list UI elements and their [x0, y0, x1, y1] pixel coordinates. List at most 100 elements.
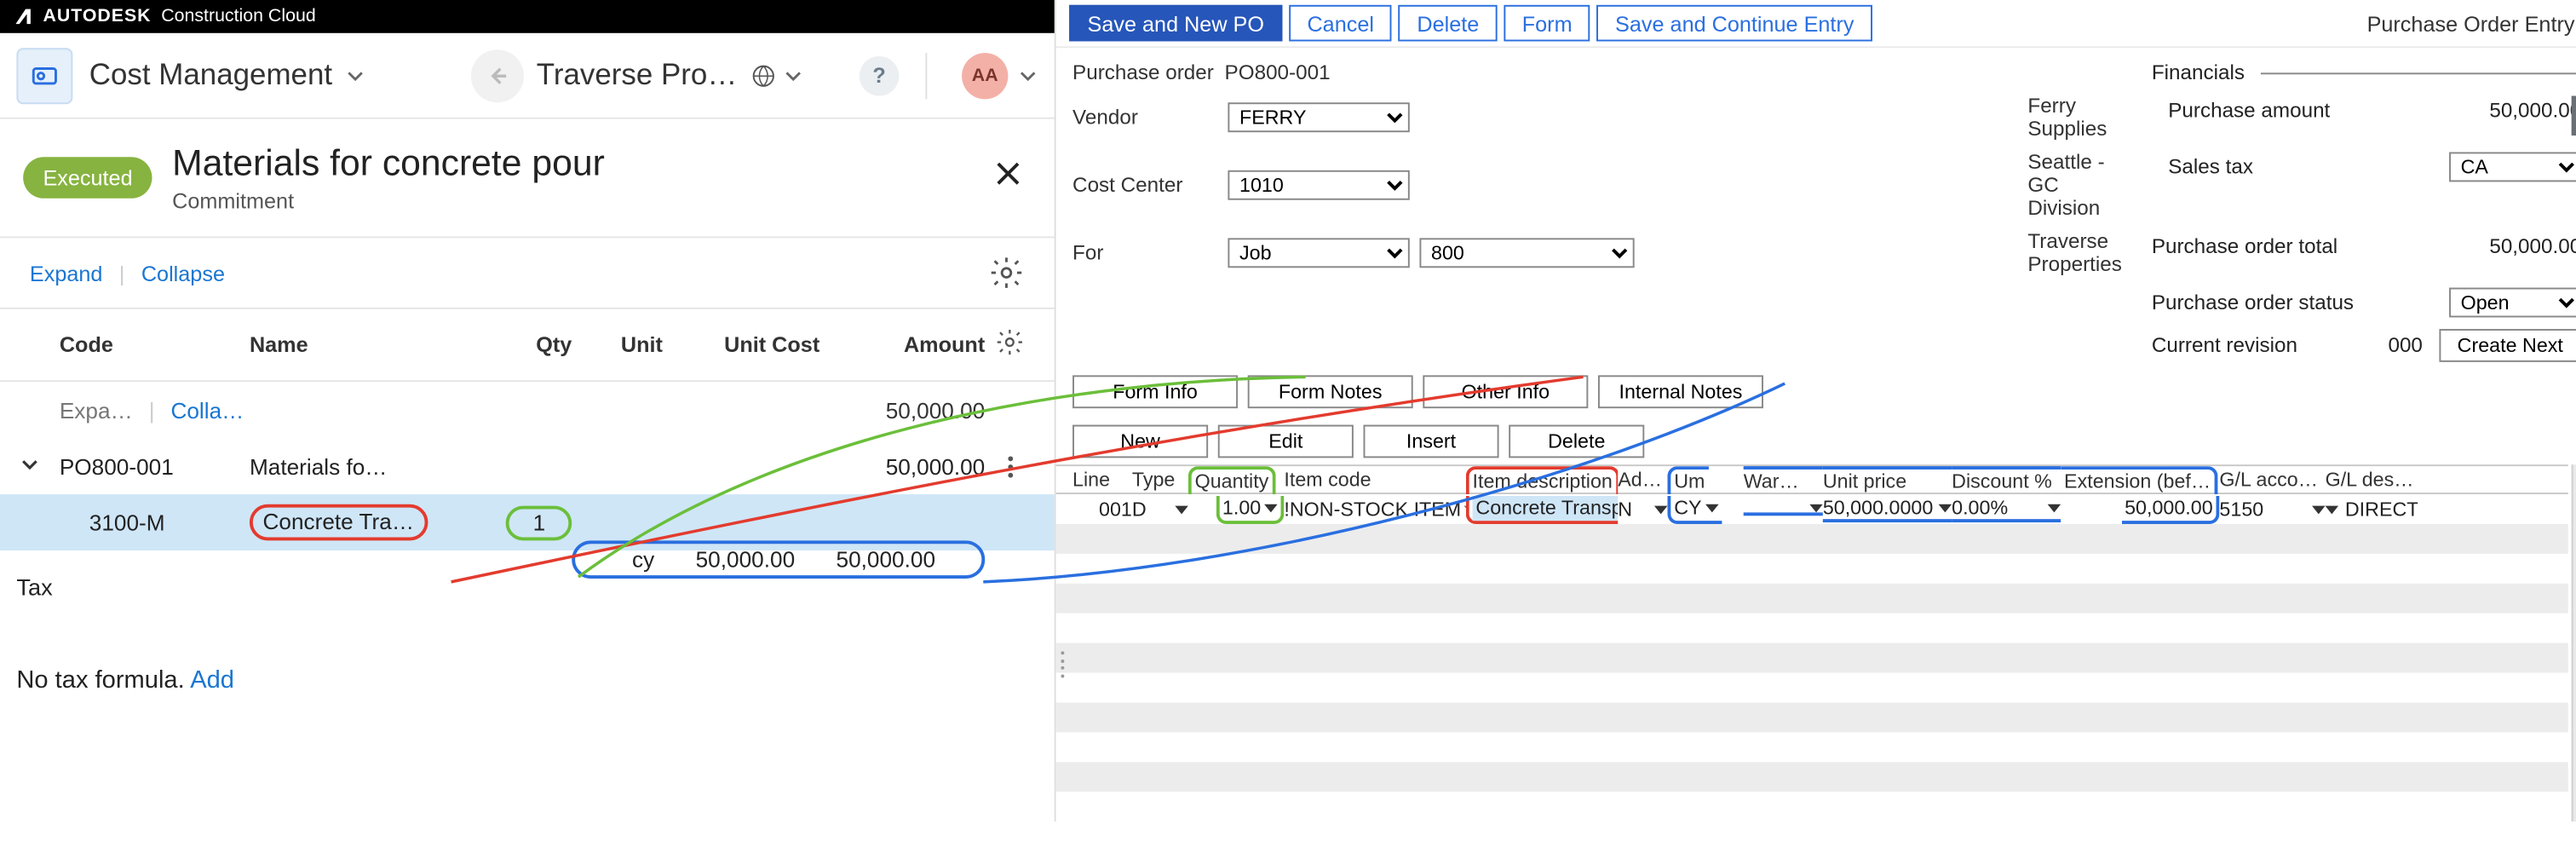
dropdown-icon [1175, 505, 1188, 514]
form-button[interactable]: Form [1504, 5, 1590, 42]
for-type-select[interactable]: Job [1228, 238, 1409, 268]
project-back-button[interactable] [470, 49, 523, 101]
grid-po-row[interactable]: PO800-001 Materials fo… 50,000.00 [0, 438, 1055, 494]
for-job-select[interactable]: 800 [1419, 238, 1634, 268]
erp-grid-header: Line Type Quantity Item code Item descri… [1056, 464, 2568, 494]
erp-grid-empty-row [1056, 524, 2568, 554]
globe-icon [750, 62, 777, 89]
line-code: 3100-M [60, 510, 250, 534]
po-status-select[interactable]: Open [2449, 288, 2576, 318]
col-extension[interactable]: Extension (bef… [2061, 465, 2217, 493]
autodesk-logo-icon [14, 7, 33, 26]
project-globe-dropdown[interactable] [750, 62, 803, 89]
po-total-label: Purchase order total [2152, 234, 2337, 257]
cell-item-code[interactable]: !NON-STOCK ITEM [1284, 498, 1465, 521]
grid-line-row[interactable]: 3100-M Concrete Tra… 1 cy 50,000.00 50,0… [0, 494, 1055, 550]
page-subtitle: Commitment [172, 188, 605, 213]
collapse-all-link[interactable]: Collapse [141, 261, 225, 285]
col-amount[interactable]: Amount [819, 332, 985, 357]
cancel-button[interactable]: Cancel [1289, 5, 1392, 42]
project-name[interactable]: Traverse Pro… [537, 58, 737, 93]
col-unit[interactable]: Unit [572, 332, 663, 357]
col-discount[interactable]: Discount % [1952, 465, 2061, 492]
col-name[interactable]: Name [250, 332, 481, 357]
grid-insert-button[interactable]: Insert [1364, 425, 1499, 458]
sales-tax-select[interactable]: CA [2449, 152, 2576, 182]
vendor-select[interactable]: FERRY [1228, 102, 1409, 132]
col-qty[interactable]: Qty [481, 332, 572, 357]
cell-um[interactable]: CY [1674, 495, 1701, 520]
cell-item-desc[interactable]: Concrete Transp [1473, 495, 1619, 520]
module-switcher[interactable]: Cost Management [89, 58, 365, 93]
chevron-down-icon [784, 66, 803, 85]
delete-button[interactable]: Delete [1399, 5, 1498, 42]
erp-grid-empty-row [1056, 614, 2568, 643]
cell-gl-desc[interactable]: DIRECT… [2326, 498, 2418, 521]
col-gl-desc[interactable]: G/L desc… [2326, 468, 2418, 491]
module-name: Cost Management [89, 58, 332, 93]
grid-new-button[interactable]: New [1072, 425, 1208, 458]
close-button[interactable] [992, 154, 1025, 200]
col-unit-cost[interactable]: Unit Cost [663, 332, 819, 357]
cell-extension: 50,000.00 [2121, 495, 2219, 523]
chevron-down-icon [20, 454, 39, 474]
for-label: For [1072, 241, 1218, 264]
save-continue-button[interactable]: Save and Continue Entry [1597, 5, 1872, 42]
form-notes-button[interactable]: Form Notes [1248, 375, 1413, 408]
erp-grid-empty-row [1056, 732, 2568, 762]
erp-grid-row[interactable]: 001 D 1.00 !NON-STOCK ITEM Concrete Tran… [1056, 494, 2568, 524]
erp-grid-empty-row [1056, 762, 2568, 792]
grid-settings-button[interactable] [988, 255, 1025, 291]
expand-short[interactable]: Expa… [60, 398, 133, 423]
vendor-label: Vendor [1072, 106, 1218, 129]
col-item-code[interactable]: Item code [1284, 468, 1465, 491]
cost-center-select[interactable]: 1010 [1228, 170, 1409, 200]
collapse-short[interactable]: Colla… [170, 398, 244, 423]
form-info-button[interactable]: Form Info [1072, 375, 1238, 408]
cell-qty[interactable]: 1.00 [1222, 495, 1261, 520]
cell-ad[interactable]: N [1618, 498, 1667, 521]
internal-notes-button[interactable]: Internal Notes [1598, 375, 1763, 408]
vertical-scrollbar[interactable] [2572, 464, 2576, 821]
cell-war[interactable] [1744, 504, 1823, 516]
grid-edit-button[interactable]: Edit [1218, 425, 1354, 458]
user-menu[interactable]: AA [962, 52, 1038, 98]
po-code: PO800-001 [60, 454, 250, 479]
row-expander[interactable] [20, 454, 60, 479]
expand-sidebar-tab[interactable] [2572, 96, 2576, 136]
cell-type[interactable]: D [1132, 498, 1188, 521]
cell-gl-account[interactable]: 5150 [2219, 498, 2325, 521]
col-unit-price[interactable]: Unit price [1823, 465, 1952, 492]
expand-all-link[interactable]: Expand [30, 261, 103, 285]
help-button[interactable]: ? [860, 55, 900, 95]
column-settings-button[interactable] [995, 327, 1025, 357]
dropdown-icon [1705, 504, 1718, 512]
col-type[interactable]: Type [1132, 468, 1188, 491]
col-code[interactable]: Code [60, 332, 250, 357]
col-um[interactable]: Um [1667, 465, 1708, 493]
autodesk-brand-bar: AUTODESK Construction Cloud [0, 0, 1055, 33]
col-item-desc[interactable]: Item description [1466, 465, 1618, 493]
save-and-new-po-button[interactable]: Save and New PO [1069, 5, 1282, 42]
row-more-button[interactable] [985, 455, 1034, 476]
grid-header-row: Code Name Qty Unit Unit Cost Amount [0, 309, 1055, 382]
col-ad[interactable]: Ad… [1618, 468, 1667, 491]
cell-discount[interactable]: 0.00% [1952, 496, 2061, 522]
grid-total-amount: 50,000.00 [819, 398, 985, 423]
module-icon-button[interactable] [16, 47, 72, 103]
col-war[interactable]: War… [1744, 465, 1823, 492]
dropdown-icon [1939, 504, 1952, 512]
grid-delete-button[interactable]: Delete [1509, 425, 1644, 458]
col-gl-account[interactable]: G/L account [2219, 468, 2325, 491]
line-qty: 1 [507, 505, 572, 540]
col-quantity[interactable]: Quantity [1188, 465, 1275, 493]
create-next-button[interactable]: Create Next [2439, 329, 2576, 362]
other-info-button[interactable]: Other Info [1423, 375, 1588, 408]
resize-grip[interactable] [1056, 651, 1070, 677]
col-line[interactable]: Line [1072, 468, 1132, 491]
cell-unit-price[interactable]: 50,000.0000 [1823, 496, 1952, 522]
add-tax-link[interactable]: Add [190, 666, 234, 694]
cell-line: 001 [1072, 498, 1132, 521]
product-name: Construction Cloud [161, 7, 316, 26]
chevron-down-icon [1018, 66, 1038, 85]
